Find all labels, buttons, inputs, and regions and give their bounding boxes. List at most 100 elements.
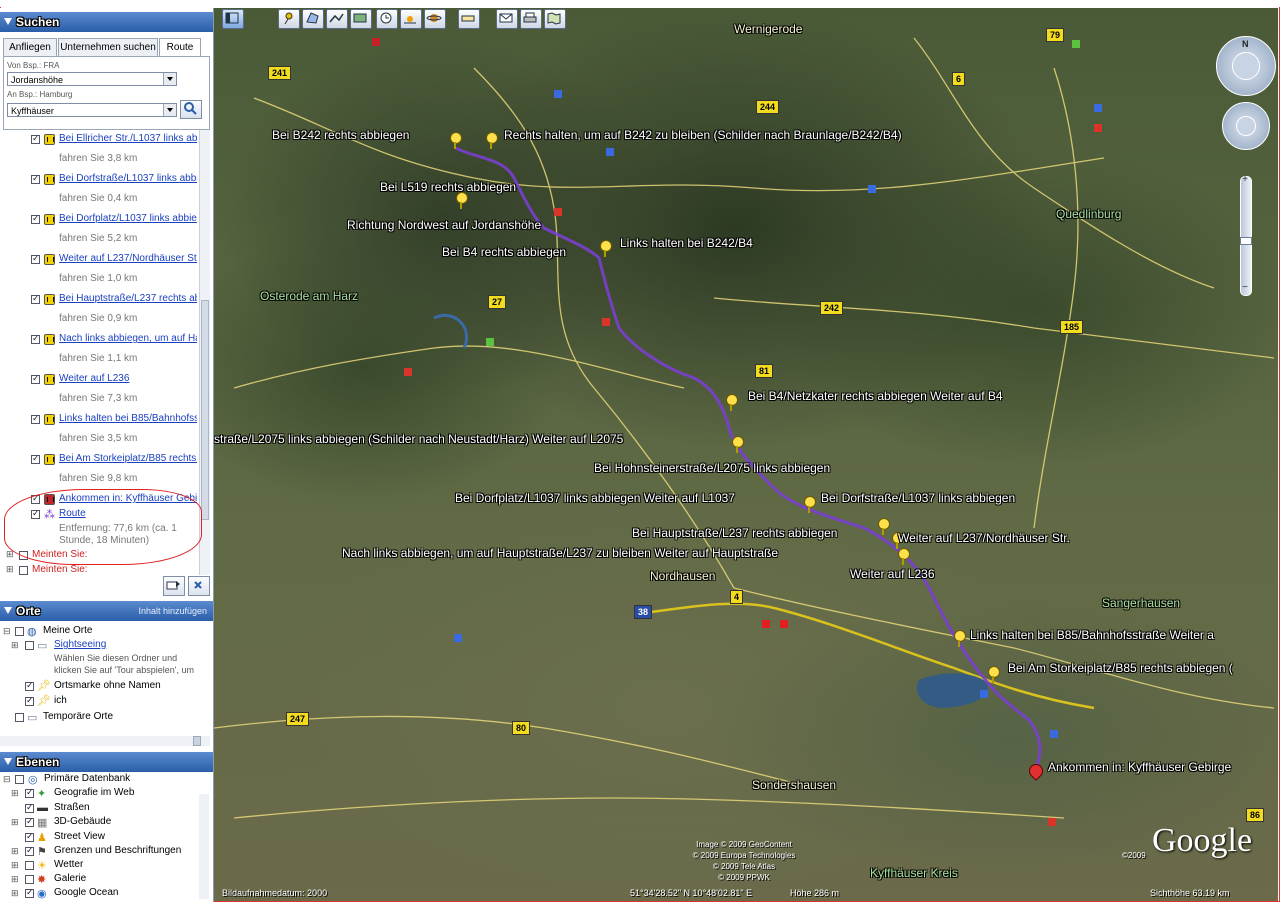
route-pin[interactable] xyxy=(898,548,910,565)
places-scrollbar[interactable] xyxy=(0,736,210,746)
route-pin[interactable] xyxy=(954,630,966,647)
restaurant-icon[interactable] xyxy=(404,368,412,376)
layers-panel-header[interactable]: Ebenen xyxy=(0,752,213,772)
list-item[interactable]: Bei Dorfplatz/L1037 links abbiegen xyxy=(3,212,199,232)
layer-label[interactable]: Google Ocean xyxy=(54,887,119,898)
poi-icon[interactable] xyxy=(980,690,988,698)
step-checkbox[interactable] xyxy=(31,453,40,464)
expand-icon[interactable]: ⊞ xyxy=(11,788,19,799)
scrollbar-thumb[interactable] xyxy=(193,736,201,746)
layer-label[interactable]: Straßen xyxy=(54,802,90,813)
expand-icon[interactable]: ⊞ xyxy=(11,888,19,899)
expand-icon[interactable]: ⊞ xyxy=(11,640,19,651)
eye-icon[interactable] xyxy=(1232,52,1260,80)
email-button[interactable] xyxy=(496,9,518,29)
temp-places-label[interactable]: Temporäre Orte xyxy=(43,711,113,722)
clear-button[interactable] xyxy=(188,576,210,596)
step-checkbox[interactable] xyxy=(31,373,40,384)
scrollbar-thumb[interactable] xyxy=(201,300,209,520)
look-joystick[interactable]: N xyxy=(1216,36,1276,96)
poi-icon[interactable] xyxy=(1050,730,1058,738)
from-input[interactable]: Jordanshöhe xyxy=(7,72,177,86)
tab-unternehmen[interactable]: Unternehmen suchen xyxy=(58,38,158,57)
step-link[interactable]: Weiter auf L236 xyxy=(59,373,197,384)
restaurant-icon[interactable] xyxy=(554,208,562,216)
move-joystick[interactable] xyxy=(1222,102,1270,150)
poi-icon[interactable] xyxy=(606,148,614,156)
route-pin[interactable] xyxy=(804,496,816,513)
hotel-icon[interactable] xyxy=(372,38,380,46)
maps-button[interactable] xyxy=(544,9,566,29)
layer-label[interactable]: Galerie xyxy=(54,873,86,884)
list-item[interactable]: Bei Ellricher Str./L1037 links abbiegen xyxy=(3,132,199,152)
layer-checkbox[interactable] xyxy=(25,887,34,898)
step-checkbox[interactable] xyxy=(31,133,40,144)
ich-checkbox[interactable] xyxy=(25,695,34,706)
layer-label[interactable]: Primäre Datenbank xyxy=(44,773,130,784)
campsite-icon[interactable] xyxy=(486,338,494,346)
step-link[interactable]: Bei Hauptstraße/L237 rechts abbiegen xyxy=(59,293,197,304)
step-link[interactable]: Bei Ellricher Str./L1037 links abbiegen xyxy=(59,133,197,144)
collapse-icon[interactable] xyxy=(4,18,12,25)
list-item[interactable]: Weiter auf L236 xyxy=(3,372,199,392)
earth-view[interactable]: Wernigerode Quedlinburg Osterode am Harz… xyxy=(214,8,1278,901)
poi-icon[interactable] xyxy=(868,185,876,193)
step-checkbox[interactable] xyxy=(31,213,40,224)
layer-checkbox[interactable] xyxy=(25,802,34,813)
layer-checkbox[interactable] xyxy=(25,875,34,884)
expand-icon[interactable]: ⊟ xyxy=(3,774,11,785)
search-button[interactable] xyxy=(180,100,202,119)
polygon-button[interactable] xyxy=(302,9,324,29)
layers-scrollbar[interactable] xyxy=(199,794,209,899)
route-pin[interactable] xyxy=(450,132,462,149)
north-indicator[interactable]: N xyxy=(1242,39,1249,49)
expand-icon[interactable]: ⊞ xyxy=(6,564,14,575)
ich-label[interactable]: ich xyxy=(54,695,67,706)
poi-icon[interactable] xyxy=(1094,104,1102,112)
layer-checkbox[interactable] xyxy=(25,845,34,856)
placemark-checkbox[interactable] xyxy=(25,680,34,691)
route-pin[interactable] xyxy=(726,394,738,411)
search-panel-header[interactable]: Suchen xyxy=(0,12,213,32)
step-link[interactable]: Bei Am Storkeiplatz/B85 rechts abbiegen xyxy=(59,453,197,464)
image-overlay-button[interactable] xyxy=(350,9,372,29)
historical-imagery-button[interactable] xyxy=(376,9,398,29)
collapse-icon[interactable] xyxy=(4,758,12,765)
places-checkbox[interactable] xyxy=(15,627,24,636)
copy-to-places-button[interactable] xyxy=(163,576,185,596)
layer-label[interactable]: Geografie im Web xyxy=(54,787,134,798)
route-pin[interactable] xyxy=(988,666,1000,683)
campsite-icon[interactable] xyxy=(1072,40,1080,48)
from-dropdown-icon[interactable] xyxy=(163,73,176,85)
step-link[interactable]: Links halten bei B85/Bahnhofsstraße xyxy=(59,413,197,424)
placemark-button[interactable] xyxy=(278,9,300,29)
print-button[interactable] xyxy=(520,9,542,29)
tab-route[interactable]: Route xyxy=(159,38,201,58)
layer-label[interactable]: Street View xyxy=(54,831,105,842)
sun-button[interactable] xyxy=(400,9,422,29)
step-link[interactable]: Bei Dorfstraße/L1037 links abbiegen xyxy=(59,173,197,184)
step-link[interactable]: Nach links abbiegen, um auf Hauptstraße xyxy=(59,333,197,344)
list-item[interactable]: ⊞ Meinten Sie: xyxy=(3,564,199,575)
expand-icon[interactable]: ⊟ xyxy=(3,626,11,637)
step-checkbox[interactable] xyxy=(31,173,40,184)
zoom-in-icon[interactable]: + xyxy=(1240,175,1250,185)
zoom-thumb[interactable] xyxy=(1240,237,1252,245)
restaurant-icon[interactable] xyxy=(1094,124,1102,132)
restaurant-icon[interactable] xyxy=(602,318,610,326)
collapse-icon[interactable] xyxy=(4,607,12,614)
warning-icon[interactable] xyxy=(762,620,770,628)
sightseeing-checkbox[interactable] xyxy=(25,641,34,650)
poi-icon[interactable] xyxy=(454,634,462,642)
step-link[interactable]: Bei Dorfplatz/L1037 links abbiegen xyxy=(59,213,197,224)
poi-icon[interactable] xyxy=(554,90,562,98)
restaurant-icon[interactable] xyxy=(1048,818,1056,826)
hand-icon[interactable] xyxy=(1236,116,1256,136)
list-item[interactable]: Nach links abbiegen, um auf Hauptstraße xyxy=(3,332,199,352)
path-button[interactable] xyxy=(326,9,348,29)
expand-icon[interactable]: ⊞ xyxy=(11,846,19,857)
to-dropdown-icon[interactable] xyxy=(163,104,176,116)
step-link[interactable]: Weiter auf L237/Nordhäuser Str. xyxy=(59,253,197,264)
step-checkbox[interactable] xyxy=(31,333,40,344)
meinten-checkbox[interactable] xyxy=(19,566,28,575)
